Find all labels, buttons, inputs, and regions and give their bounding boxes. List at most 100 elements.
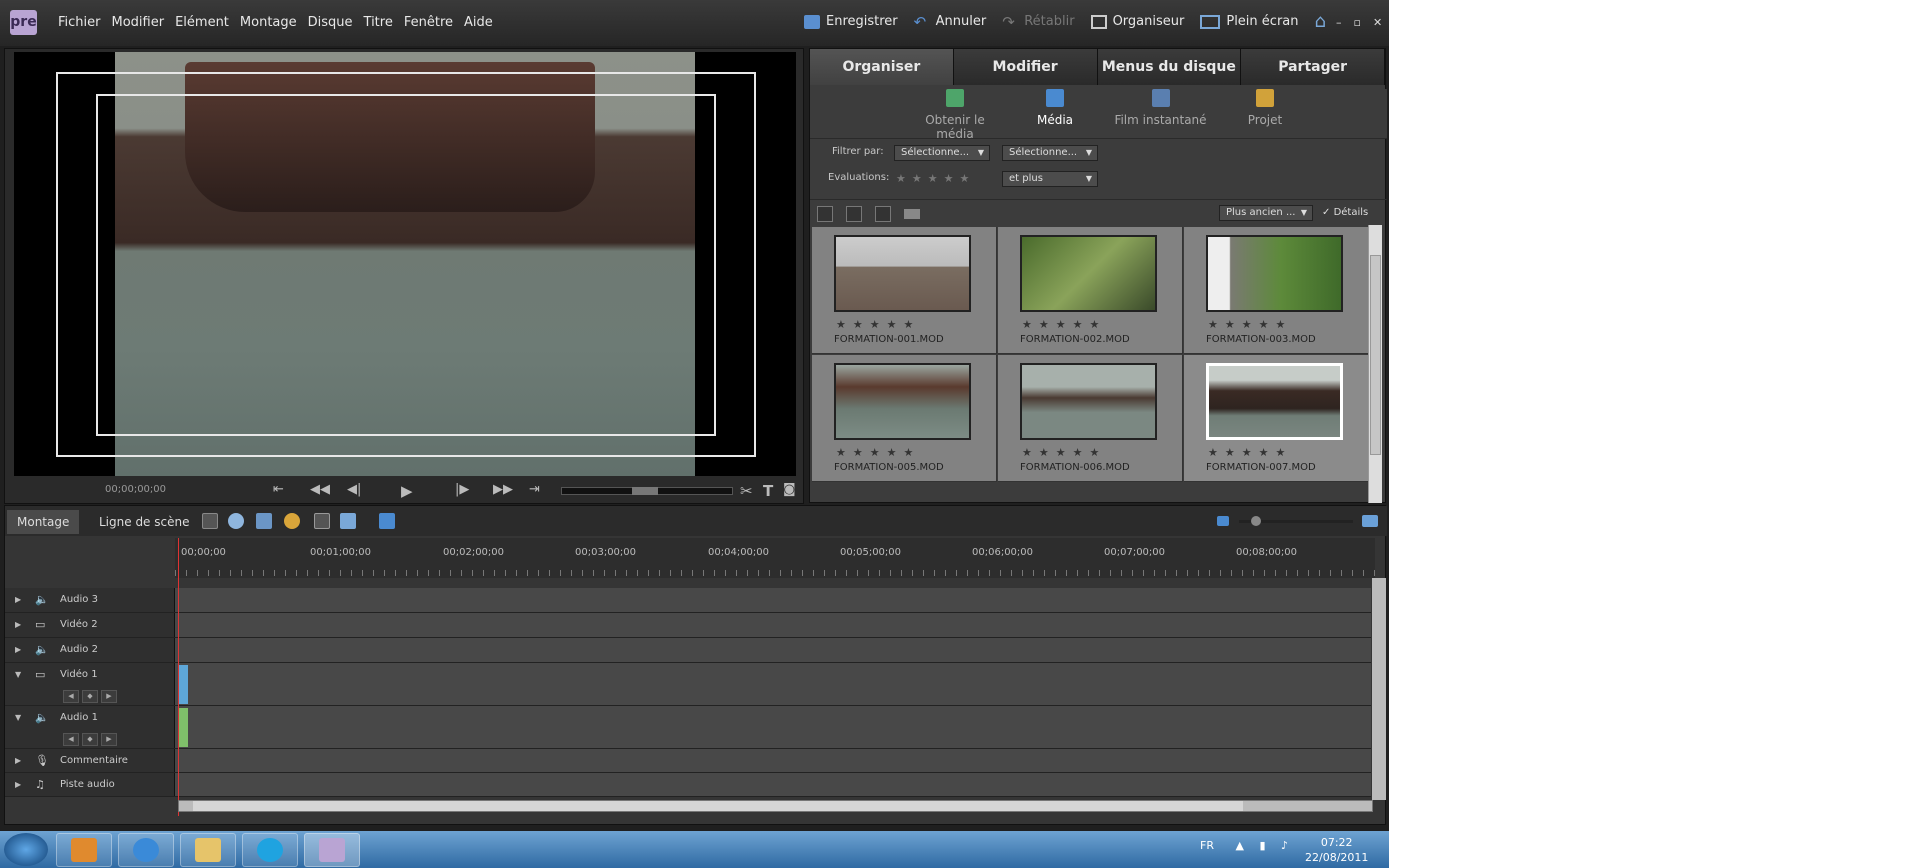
zoom-out-icon[interactable] xyxy=(1217,516,1229,526)
menu-disque[interactable]: Disque xyxy=(308,15,353,30)
media-rating[interactable]: ★★★★★ xyxy=(1022,318,1106,331)
speaker-icon[interactable]: 🔈 xyxy=(35,711,49,724)
marker-icon[interactable] xyxy=(379,513,395,529)
tab-organiser[interactable]: Organiser xyxy=(810,49,954,85)
step-forward-icon[interactable]: |▶ xyxy=(455,482,469,497)
media-item[interactable]: ★★★★★ FORMATION-003.MOD xyxy=(1184,227,1368,354)
tab-ligne-de-scene[interactable]: Ligne de scène xyxy=(89,510,199,534)
timeline-scrollbar-thumb[interactable] xyxy=(193,801,1243,811)
media-item-selected[interactable]: ★★★★★ FORMATION-007.MOD xyxy=(1184,355,1368,482)
network-icon[interactable]: ▮ xyxy=(1259,839,1265,852)
subtab-get-media[interactable]: Obtenir le média xyxy=(905,89,1005,141)
video-clip[interactable] xyxy=(178,665,188,704)
expand-icon[interactable]: ▶ xyxy=(15,780,21,789)
video-filter-icon[interactable] xyxy=(817,206,833,222)
audio-filter-icon[interactable] xyxy=(846,206,862,222)
media-scrollbar-thumb[interactable] xyxy=(1370,255,1381,455)
prev-keyframe-icon[interactable]: ◀ xyxy=(63,733,79,746)
smart-fix-icon[interactable] xyxy=(228,513,244,529)
audio-clip[interactable] xyxy=(178,708,188,747)
media-rating[interactable]: ★★★★★ xyxy=(1208,318,1292,331)
scissors-icon[interactable]: ✂ xyxy=(740,482,753,500)
media-rating[interactable]: ★★★★★ xyxy=(836,446,920,459)
prev-keyframe-icon[interactable]: ◀ xyxy=(63,690,79,703)
tab-partager[interactable]: Partager xyxy=(1241,49,1385,85)
track-piste-audio[interactable]: ▶ ♫ Piste audio xyxy=(5,773,1371,797)
collapse-icon[interactable]: ▼ xyxy=(15,670,21,679)
subtab-instant-movie[interactable]: Film instantané xyxy=(1113,89,1208,127)
go-to-start-icon[interactable]: ⇤ xyxy=(273,482,284,497)
filter-select-2[interactable]: Sélectionne... ▼ xyxy=(1002,145,1098,161)
audio-tools-icon[interactable] xyxy=(340,513,356,529)
film-icon[interactable]: ▭ xyxy=(35,668,45,681)
track-audio-3[interactable]: ▶ 🔈 Audio 3 xyxy=(5,588,1371,613)
zoom-in-icon[interactable] xyxy=(1362,515,1378,527)
title-text-icon[interactable]: T xyxy=(763,482,773,500)
list-view-icon[interactable] xyxy=(904,209,920,219)
playhead[interactable] xyxy=(178,538,179,816)
camera-icon[interactable]: ◙ xyxy=(783,482,796,497)
selection-tool-icon[interactable] xyxy=(202,513,218,529)
expand-icon[interactable]: ▶ xyxy=(15,756,21,765)
track-audio-1[interactable]: ▼ 🔈 Audio 1 ◀ ◆ ▶ xyxy=(5,706,1371,749)
add-keyframe-icon[interactable]: ◆ xyxy=(82,733,98,746)
language-indicator[interactable]: FR xyxy=(1200,839,1214,852)
film-icon[interactable]: ▭ xyxy=(35,618,45,631)
minimize-icon[interactable]: – xyxy=(1336,16,1342,29)
close-icon[interactable]: ✕ xyxy=(1373,16,1382,29)
undo-button[interactable]: ↶ Annuler xyxy=(914,14,987,29)
save-button[interactable]: Enregistrer xyxy=(804,14,898,29)
subtab-media[interactable]: Média xyxy=(1025,89,1085,127)
smart-mix-icon[interactable] xyxy=(256,513,272,529)
zoom-slider-knob[interactable] xyxy=(1251,516,1261,526)
shuttle-slider[interactable] xyxy=(561,487,733,495)
shuttle-knob[interactable] xyxy=(632,487,658,495)
zoom-slider[interactable] xyxy=(1239,516,1353,526)
music-icon[interactable]: ♫ xyxy=(35,778,45,791)
clock[interactable]: 07:22 22/08/2011 xyxy=(1305,835,1368,865)
taskbar-media-player[interactable] xyxy=(56,833,112,867)
media-rating[interactable]: ★★★★★ xyxy=(836,318,920,331)
preview-screen[interactable] xyxy=(14,52,796,476)
expand-icon[interactable]: ▶ xyxy=(15,620,21,629)
rating-stars-filter[interactable]: ★★★★★ xyxy=(896,172,975,185)
next-keyframe-icon[interactable]: ▶ xyxy=(101,733,117,746)
taskbar-internet-explorer[interactable] xyxy=(118,833,174,867)
menu-aide[interactable]: Aide xyxy=(464,15,493,30)
volume-icon[interactable]: ♪ xyxy=(1281,839,1288,852)
fast-forward-icon[interactable]: ▶▶ xyxy=(493,482,513,497)
redo-button[interactable]: ↷ Rétablir xyxy=(1002,14,1074,29)
menu-fichier[interactable]: Fichier xyxy=(58,15,101,30)
track-audio-2[interactable]: ▶ 🔈 Audio 2 xyxy=(5,638,1371,663)
tab-modifier[interactable]: Modifier xyxy=(953,49,1098,85)
timeline-ruler[interactable]: 00;00;00 00;01;00;00 00;02;00;00 00;03;0… xyxy=(175,538,1375,578)
tab-menus-disque[interactable]: Menus du disque xyxy=(1097,49,1242,85)
rewind-icon[interactable]: ◀◀ xyxy=(310,482,330,497)
media-item[interactable]: ★★★★★ FORMATION-002.MOD xyxy=(998,227,1183,354)
expand-icon[interactable]: ▶ xyxy=(15,595,21,604)
maximize-icon[interactable]: ▫ xyxy=(1354,16,1361,29)
go-to-end-icon[interactable]: ⇥ xyxy=(529,482,540,497)
add-keyframe-icon[interactable]: ◆ xyxy=(82,690,98,703)
media-item[interactable]: ★★★★★ FORMATION-005.MOD xyxy=(812,355,997,482)
menu-modifier[interactable]: Modifier xyxy=(112,15,165,30)
start-button[interactable] xyxy=(4,833,48,866)
media-rating[interactable]: ★★★★★ xyxy=(1022,446,1106,459)
taskbar-skype[interactable] xyxy=(242,833,298,867)
filter-select-1[interactable]: Sélectionne... ▼ xyxy=(894,145,990,161)
collapse-icon[interactable]: ▼ xyxy=(15,713,21,722)
menu-titre[interactable]: Titre xyxy=(364,15,393,30)
media-rating[interactable]: ★★★★★ xyxy=(1208,446,1292,459)
menu-fenetre[interactable]: Fenêtre xyxy=(404,15,453,30)
step-back-icon[interactable]: ◀| xyxy=(347,482,361,497)
image-filter-icon[interactable] xyxy=(875,206,891,222)
media-scrollbar[interactable] xyxy=(1368,225,1382,503)
menu-montage[interactable]: Montage xyxy=(240,15,297,30)
ratings-select[interactable]: et plus ▼ xyxy=(1002,171,1098,187)
microphone-icon[interactable]: 🎙 xyxy=(35,754,49,767)
tray-arrow-icon[interactable]: ▲ xyxy=(1235,839,1243,852)
speaker-icon[interactable]: 🔈 xyxy=(35,643,49,656)
timeline-horizontal-scrollbar[interactable] xyxy=(178,800,1373,812)
media-item[interactable]: ★★★★★ FORMATION-006.MOD xyxy=(998,355,1183,482)
next-keyframe-icon[interactable]: ▶ xyxy=(101,690,117,703)
